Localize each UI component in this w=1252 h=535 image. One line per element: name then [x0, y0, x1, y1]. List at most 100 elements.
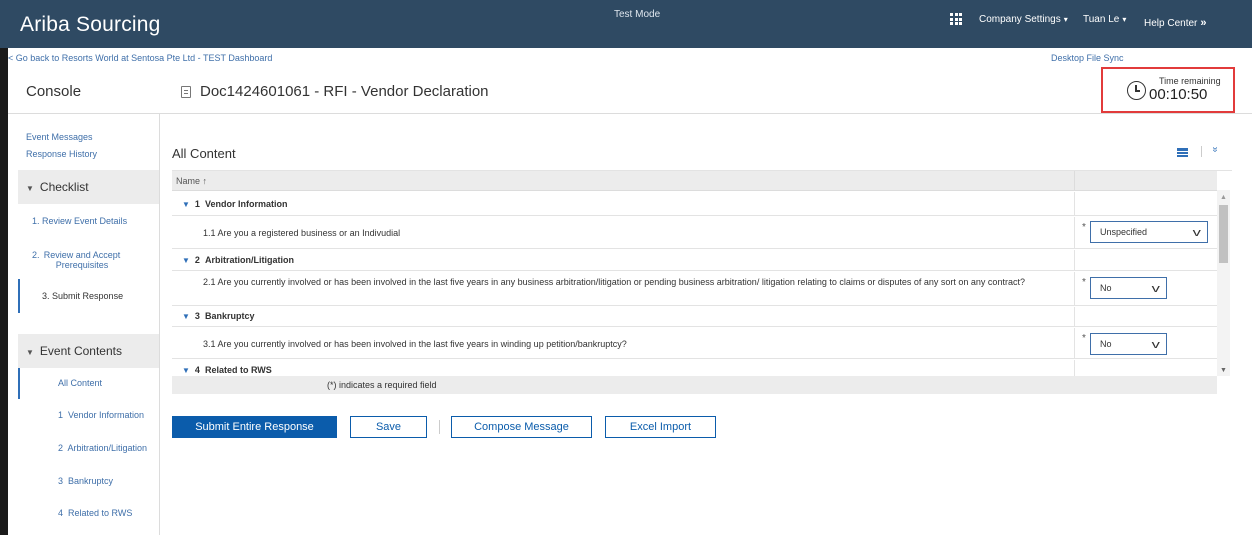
response-history-link[interactable]: Response History [26, 149, 97, 159]
event-contents-header[interactable]: ▼ Event Contents [18, 334, 159, 368]
checklist-item-label: Submit Response [52, 291, 124, 301]
compose-message-button[interactable]: Compose Message [451, 416, 592, 438]
select-value: No [1100, 339, 1112, 349]
section-title: Related to RWS [204, 365, 272, 375]
checklist-title: Checklist [39, 180, 89, 194]
sidebar-item-related-to-rws[interactable]: 4 Related to RWS [18, 508, 159, 518]
section-row-related-to-rws[interactable]: ▼ 4 Related to RWS [172, 360, 1217, 376]
user-menu[interactable]: Tuan Le ▾ [1083, 14, 1126, 25]
table-scrollbar[interactable]: ▲ ▼ [1217, 190, 1230, 376]
checklist-item-submit-response[interactable]: 3. Submit Response [18, 279, 159, 313]
section-row-bankruptcy[interactable]: ▼ 3 Bankruptcy [172, 307, 1217, 327]
section-row-arbitration-litigation[interactable]: ▼ 2 Arbitration/Litigation [172, 250, 1217, 271]
time-remaining-panel: Time remaining 00:10:50 [1101, 67, 1235, 113]
section-label: ▼ 1 Vendor Information [182, 199, 287, 209]
scrollbar-thumb[interactable] [1219, 205, 1228, 263]
column-divider [1074, 307, 1075, 326]
section-label: ▼ 2 Arbitration/Litigation [182, 255, 294, 265]
chevron-down-icon: v [1192, 227, 1201, 239]
console-title: Console [26, 83, 82, 100]
column-divider [1074, 250, 1075, 270]
company-settings-label: Company Settings [979, 14, 1061, 25]
question-text: 1.1 Are you a registered business or an … [203, 228, 401, 238]
apps-grid-icon[interactable] [950, 13, 962, 25]
divider [8, 113, 1252, 114]
question-row-2-1: 2.1 Are you currently involved or has be… [172, 272, 1217, 306]
sidebar-item-bankruptcy[interactable]: 3 Bankruptcy [18, 476, 159, 486]
section-title: Vendor Information [204, 199, 288, 209]
expand-all-icon[interactable]: » [1209, 147, 1220, 153]
required-field-note: (*) indicates a required field [327, 380, 437, 390]
app-brand[interactable]: Ariba Sourcing [20, 13, 161, 37]
column-divider [1074, 217, 1075, 248]
checklist-item-number: 1. [32, 216, 40, 226]
table-view-icon[interactable] [1177, 148, 1188, 157]
content-title: All Content [172, 146, 236, 161]
company-settings-menu[interactable]: Company Settings ▾ [979, 14, 1068, 25]
save-button[interactable]: Save [350, 416, 427, 438]
answer-select-3-1[interactable]: No v [1090, 333, 1167, 355]
double-chevron-right-icon: » [1200, 17, 1207, 29]
submit-entire-response-button[interactable]: Submit Entire Response [172, 416, 337, 438]
checklist-header[interactable]: ▼ Checklist [18, 170, 159, 204]
window-frame-edge [0, 48, 8, 535]
button-separator [439, 420, 440, 434]
checklist-item-review-accept-prerequisites[interactable]: 2. Review and Accept Prerequisites [18, 250, 159, 270]
sidebar-item-vendor-information[interactable]: 1 Vendor Information [18, 410, 159, 420]
column-divider [1074, 328, 1075, 358]
question-text: 3.1 Are you currently involved or has be… [203, 339, 627, 349]
select-value: No [1100, 283, 1112, 293]
column-divider [1074, 192, 1075, 215]
section-number: 1 [194, 199, 200, 209]
answer-select-1-1[interactable]: Unspecified v [1090, 221, 1208, 243]
sidebar-item-arbitration-litigation[interactable]: 2 Arbitration/Litigation [18, 443, 159, 453]
required-marker: * [1082, 333, 1086, 344]
desktop-file-sync-link[interactable]: Desktop File Sync [1051, 53, 1124, 63]
section-label: ▼ 4 Related to RWS [182, 365, 272, 375]
checklist-item-label: Review Event Details [42, 216, 128, 226]
question-row-1-1: 1.1 Are you a registered business or an … [172, 217, 1217, 249]
chevron-down-icon: ▾ [1122, 15, 1127, 24]
question-text: 2.1 Are you currently involved or has be… [203, 277, 1025, 287]
scroll-up-icon[interactable]: ▲ [1220, 194, 1227, 201]
sidebar-item-all-content[interactable]: All Content [18, 368, 159, 399]
chevron-down-icon: v [1151, 339, 1160, 351]
excel-import-button[interactable]: Excel Import [605, 416, 716, 438]
sidebar-divider [159, 113, 160, 535]
help-center-menu[interactable]: Help Center» [1144, 17, 1206, 29]
section-row-vendor-information[interactable]: ▼ 1 Vendor Information [172, 192, 1217, 216]
section-title: Bankruptcy [204, 311, 255, 321]
event-messages-link[interactable]: Event Messages [26, 132, 93, 142]
triangle-down-icon: ▼ [182, 256, 190, 265]
checklist-item-review-event-details[interactable]: 1. Review Event Details [18, 216, 159, 226]
column-header-name[interactable]: Name ↑ [176, 176, 207, 186]
table-footer: (*) indicates a required field [172, 376, 1217, 394]
triangle-down-icon: ▼ [26, 184, 34, 193]
table-header: Name ↑ [172, 171, 1217, 191]
document-icon [181, 86, 191, 98]
section-label: ▼ 3 Bankruptcy [182, 311, 254, 321]
section-number: 3 [194, 311, 200, 321]
select-value: Unspecified [1100, 227, 1148, 237]
scroll-down-icon[interactable]: ▼ [1220, 367, 1227, 374]
triangle-down-icon: ▼ [182, 312, 190, 321]
help-center-label: Help Center [1144, 18, 1198, 29]
section-title: Arbitration/Litigation [204, 255, 294, 265]
triangle-down-icon: ▼ [26, 348, 34, 357]
checklist-item-number: 2. [32, 250, 40, 260]
event-contents-title: Event Contents [39, 344, 122, 358]
time-remaining-label: Time remaining [1159, 76, 1221, 86]
section-number: 2 [194, 255, 200, 265]
triangle-down-icon: ▼ [182, 366, 190, 375]
question-row-3-1: 3.1 Are you currently involved or has be… [172, 328, 1217, 359]
time-remaining-value: 00:10:50 [1149, 86, 1208, 103]
section-number: 4 [194, 365, 200, 375]
answer-select-2-1[interactable]: No v [1090, 277, 1167, 299]
clock-icon [1127, 81, 1146, 100]
column-divider [1074, 171, 1075, 191]
back-to-dashboard-link[interactable]: < Go back to Resorts World at Sentosa Pt… [8, 53, 272, 63]
triangle-down-icon: ▼ [182, 200, 190, 209]
column-divider [1074, 272, 1075, 305]
checklist-item-label: Review and Accept Prerequisites [43, 250, 121, 270]
checklist-item-number: 3. [42, 291, 50, 301]
